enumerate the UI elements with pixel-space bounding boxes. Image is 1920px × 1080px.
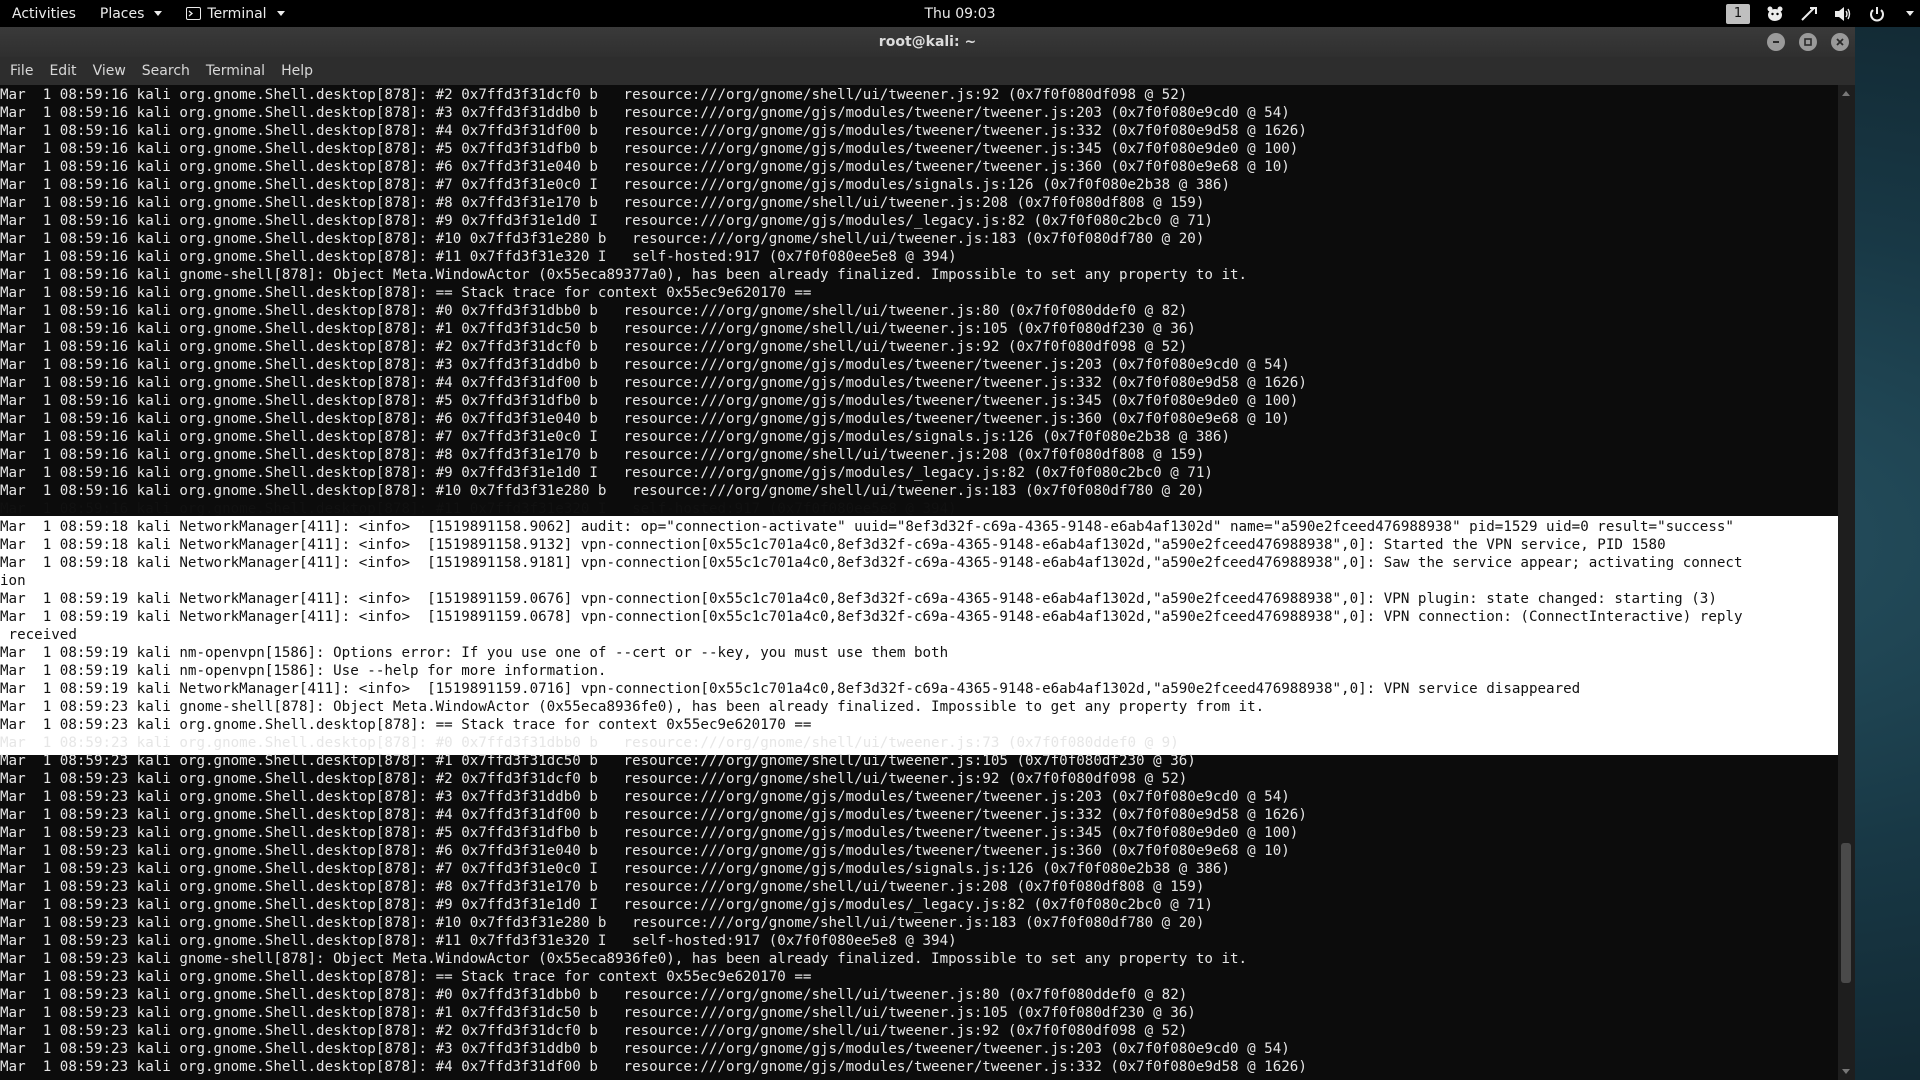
terminal-line: Mar 1 08:59:23 kali org.gnome.Shell.desk… [0,1041,1290,1057]
terminal-line: Mar 1 08:59:23 kali org.gnome.Shell.desk… [0,789,1290,805]
terminal-line: Mar 1 08:59:23 kali org.gnome.Shell.desk… [0,717,812,733]
terminal-line: Mar 1 08:59:16 kali org.gnome.Shell.desk… [0,105,1290,121]
chevron-down-icon [276,11,285,16]
top-bar: Activities Places Terminal Thu 09:03 1 [0,0,1920,27]
terminal-line: Mar 1 08:59:16 kali org.gnome.Shell.desk… [0,159,1290,175]
terminal-line: Mar 1 08:59:19 kali nm-openvpn[1586]: Op… [0,645,949,661]
terminal-line: Mar 1 08:59:16 kali org.gnome.Shell.desk… [0,339,1188,355]
terminal-line: Mar 1 08:59:16 kali org.gnome.Shell.desk… [0,501,957,517]
terminal-line: Mar 1 08:59:23 kali org.gnome.Shell.desk… [0,987,1188,1003]
terminal-line: Mar 1 08:59:23 kali org.gnome.Shell.desk… [0,735,1179,751]
terminal-app-icon [186,7,202,20]
scrollbar-thumb[interactable] [1841,843,1851,983]
network-icon[interactable] [1800,6,1818,22]
terminal-line: Mar 1 08:59:23 kali org.gnome.Shell.desk… [0,861,1230,877]
volume-icon[interactable] [1834,6,1852,22]
menu-help[interactable]: Help [273,57,321,85]
terminal-line: received [0,627,77,643]
terminal-line: Mar 1 08:59:16 kali org.gnome.Shell.desk… [0,465,1213,481]
terminal-line: Mar 1 08:59:16 kali org.gnome.Shell.desk… [0,447,1205,463]
terminal-line: Mar 1 08:59:23 kali org.gnome.Shell.desk… [0,1059,1307,1075]
terminal-line: Mar 1 08:59:19 kali NetworkManager[411]:… [0,591,1717,607]
menubar: File Edit View Search Terminal Help [0,57,1855,85]
terminal-line: Mar 1 08:59:16 kali org.gnome.Shell.desk… [0,249,957,265]
terminal-line: Mar 1 08:59:18 kali NetworkManager[411]:… [0,537,1666,553]
terminal-line: Mar 1 08:59:16 kali org.gnome.Shell.desk… [0,213,1213,229]
terminal-line: Mar 1 08:59:16 kali org.gnome.Shell.desk… [0,321,1196,337]
minimize-icon [1773,41,1779,43]
terminal-line: Mar 1 08:59:16 kali org.gnome.Shell.desk… [0,177,1230,193]
terminal-line: Mar 1 08:59:16 kali org.gnome.Shell.desk… [0,195,1205,211]
terminal-line: Mar 1 08:59:18 kali NetworkManager[411]:… [0,555,1743,571]
terminal-line: Mar 1 08:59:23 kali org.gnome.Shell.desk… [0,897,1213,913]
scroll-down-icon[interactable] [1842,1069,1850,1074]
terminal-line: Mar 1 08:59:18 kali NetworkManager[411]:… [0,519,1734,535]
terminal-line: Mar 1 08:59:23 kali org.gnome.Shell.desk… [0,825,1299,841]
terminal-line: Mar 1 08:59:23 kali gnome-shell[878]: Ob… [0,699,1265,715]
menu-edit[interactable]: Edit [41,57,84,85]
ubuntu-mascot-icon[interactable] [1766,6,1784,22]
terminal-line: Mar 1 08:59:16 kali org.gnome.Shell.desk… [0,429,1230,445]
terminal-line: Mar 1 08:59:16 kali org.gnome.Shell.desk… [0,357,1290,373]
close-icon [1836,38,1844,46]
chevron-down-icon [154,11,163,16]
terminal-line: Mar 1 08:59:16 kali org.gnome.Shell.desk… [0,411,1290,427]
terminal-lines: Mar 1 08:59:16 kali org.gnome.Shell.desk… [0,85,1838,1076]
terminal-line: Mar 1 08:59:23 kali org.gnome.Shell.desk… [0,879,1205,895]
terminal-line: Mar 1 08:59:19 kali NetworkManager[411]:… [0,681,1581,697]
terminal-line: Mar 1 08:59:23 kali org.gnome.Shell.desk… [0,1023,1188,1039]
terminal-line: Mar 1 08:59:16 kali org.gnome.Shell.desk… [0,231,1205,247]
maximize-button[interactable] [1799,33,1817,51]
terminal-line: Mar 1 08:59:16 kali org.gnome.Shell.desk… [0,483,1205,499]
terminal-line: Mar 1 08:59:23 kali org.gnome.Shell.desk… [0,843,1290,859]
maximize-icon [1804,38,1812,46]
terminal-output[interactable]: Mar 1 08:59:16 kali org.gnome.Shell.desk… [0,85,1838,1080]
menu-file[interactable]: File [2,57,41,85]
terminal-line: ion [0,573,26,589]
terminal-line: Mar 1 08:59:16 kali org.gnome.Shell.desk… [0,141,1299,157]
terminal-line: Mar 1 08:59:16 kali org.gnome.Shell.desk… [0,285,812,301]
terminal-line: Mar 1 08:59:23 kali org.gnome.Shell.desk… [0,753,1196,769]
terminal-line: Mar 1 08:59:23 kali org.gnome.Shell.desk… [0,933,957,949]
app-menu[interactable]: Terminal [174,0,296,27]
power-icon[interactable] [1868,6,1886,22]
terminal-line: Mar 1 08:59:23 kali org.gnome.Shell.desk… [0,1005,1196,1021]
app-menu-label: Terminal [207,5,267,22]
terminal-line: Mar 1 08:59:16 kali org.gnome.Shell.desk… [0,375,1307,391]
scroll-up-icon[interactable] [1842,91,1850,96]
scrollbar[interactable] [1838,85,1855,1080]
places-menu[interactable]: Places [88,0,175,27]
window-title: root@kali: ~ [878,34,977,50]
chevron-down-icon[interactable] [1906,11,1914,16]
activities-button[interactable]: Activities [0,0,88,27]
system-tray: 1 [1726,0,1914,27]
close-button[interactable] [1831,33,1849,51]
terminal-line: Mar 1 08:59:23 kali org.gnome.Shell.desk… [0,771,1188,787]
workspace-indicator[interactable]: 1 [1726,3,1750,24]
terminal-line: Mar 1 08:59:23 kali gnome-shell[878]: Ob… [0,951,1248,967]
places-label: Places [99,5,145,22]
terminal-line: Mar 1 08:59:23 kali org.gnome.Shell.desk… [0,969,812,985]
terminal-line: Mar 1 08:59:16 kali gnome-shell[878]: Ob… [0,267,1248,283]
terminal-line: Mar 1 08:59:16 kali org.gnome.Shell.desk… [0,393,1299,409]
clock[interactable]: Thu 09:03 [924,0,995,27]
terminal-line: Mar 1 08:59:23 kali org.gnome.Shell.desk… [0,915,1205,931]
window-controls [1767,33,1849,51]
minimize-button[interactable] [1767,33,1785,51]
menu-search[interactable]: Search [134,57,198,85]
terminal-line: Mar 1 08:59:23 kali org.gnome.Shell.desk… [0,807,1307,823]
terminal-line: Mar 1 08:59:19 kali nm-openvpn[1586]: Us… [0,663,607,679]
menu-terminal[interactable]: Terminal [198,57,273,85]
terminal-line: Mar 1 08:59:16 kali org.gnome.Shell.desk… [0,87,1188,103]
terminal-line: Mar 1 08:59:16 kali org.gnome.Shell.desk… [0,303,1188,319]
menu-view[interactable]: View [85,57,134,85]
terminal-line: Mar 1 08:59:16 kali org.gnome.Shell.desk… [0,123,1307,139]
window-titlebar[interactable]: root@kali: ~ [0,27,1855,57]
terminal-line: Mar 1 08:59:19 kali NetworkManager[411]:… [0,609,1743,625]
terminal-window: root@kali: ~ File Edit View Search Termi… [0,27,1855,1080]
